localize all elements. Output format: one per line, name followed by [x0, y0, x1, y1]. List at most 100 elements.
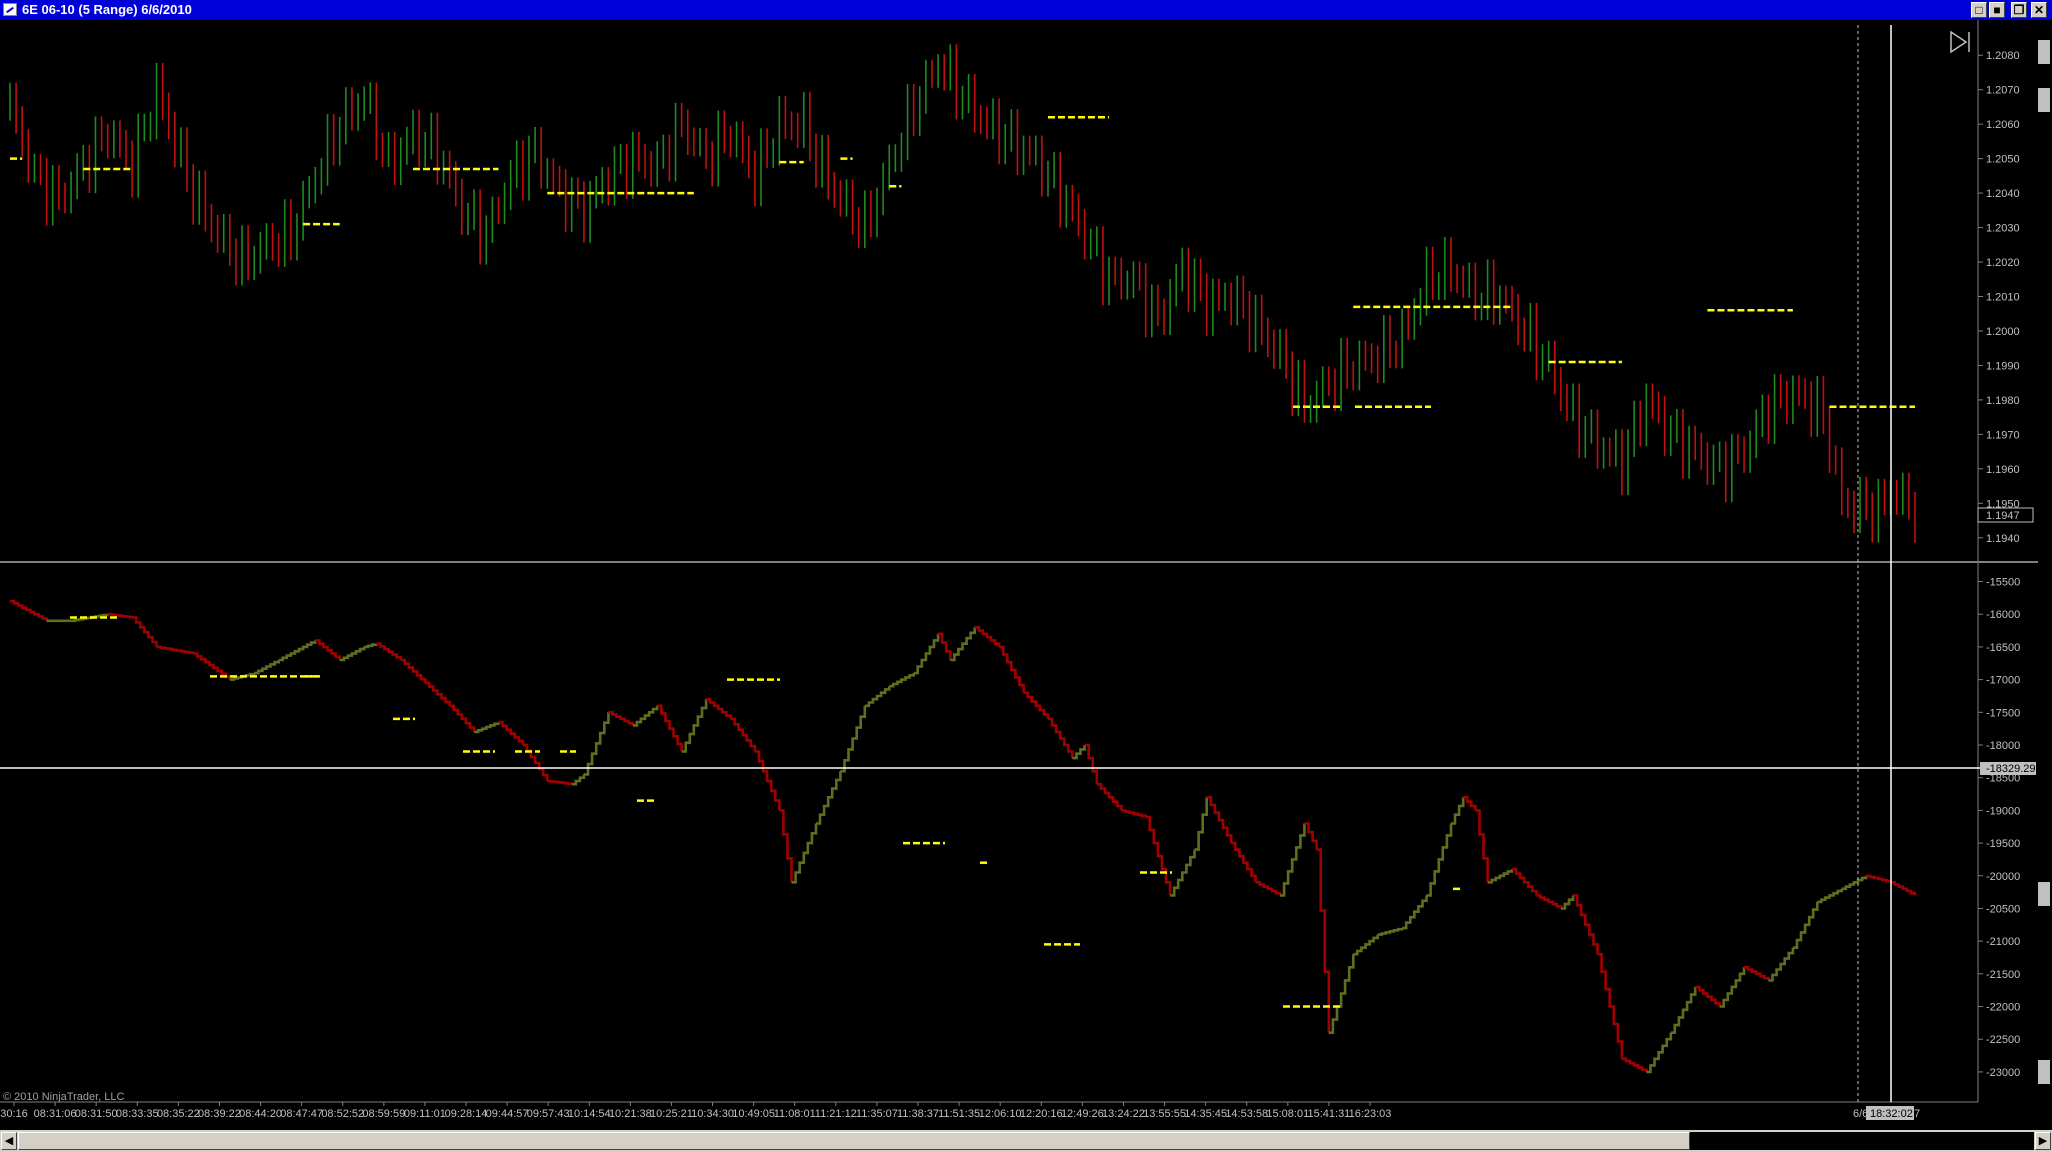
side-button[interactable]: [2038, 882, 2050, 906]
scroll-right-icon[interactable]: ▶: [2035, 1132, 2051, 1150]
time-axis-label: 08:47:47: [280, 1108, 323, 1120]
time-axis-label: 09:28:14: [445, 1108, 488, 1120]
horizontal-scrollbar[interactable]: ◀ ▶: [0, 1130, 2052, 1152]
crosshair-value-label: -18329.29: [1986, 763, 2036, 775]
indicator-segment: [1048, 717, 1074, 759]
price-series: [9, 44, 1916, 544]
indicator-segment: [1695, 985, 1721, 1007]
time-axis-label: 09:57:43: [527, 1108, 570, 1120]
time-axis-label: 13:24:22: [1102, 1108, 1145, 1120]
indicator-segment: [1402, 895, 1428, 930]
indicator-segment: [1621, 1057, 1648, 1072]
date-stub-label: 6/6: [1853, 1108, 1868, 1120]
time-axis-label: 09:11:01: [404, 1108, 446, 1120]
indicator-segment: [730, 717, 757, 752]
indicator-segment: [1194, 797, 1208, 851]
indicator-segment: [754, 750, 781, 811]
indicator-segment: [608, 711, 635, 726]
indicator-segment: [1866, 874, 1892, 883]
indicator-segment: [400, 658, 427, 683]
maximize-icon[interactable]: ❐: [2011, 2, 2027, 18]
time-axis-label: 10:25:21: [650, 1108, 693, 1120]
indicator-segment: [1670, 986, 1697, 1034]
scroll-left-icon[interactable]: ◀: [1, 1132, 17, 1150]
price-axis-label: 1.1990: [1986, 360, 2020, 372]
indicator-segment: [1536, 894, 1563, 909]
time-axis-label: 11:51:35: [938, 1108, 980, 1120]
time-axis-label: 08:39:22: [198, 1108, 241, 1120]
indicator-series: [10, 599, 1917, 1074]
time-axis-label: 10:34:30: [691, 1108, 734, 1120]
indicator-segment: [1255, 881, 1282, 896]
indicator-segment: [1719, 967, 1746, 1008]
time-axis-label: 08:31:50: [75, 1108, 118, 1120]
indicator-segment: [864, 686, 891, 708]
price-axis-label: 1.2020: [1986, 257, 2020, 269]
title-bar: 6E 06-10 (5 Range) 6/6/2010 □ ■ ❐ ✕: [0, 0, 2052, 20]
indicator-axis-label: -20500: [1986, 903, 2020, 915]
time-axis-label: 10:21:38: [609, 1108, 652, 1120]
copyright-label: © 2010 NinjaTrader, LLC: [3, 1091, 124, 1103]
indicator-segment: [498, 720, 525, 745]
indicator-segment: [1280, 823, 1306, 897]
indicator-segment: [1792, 901, 1819, 949]
indicator-segment: [913, 633, 940, 675]
time-axis-label: 15:08:01: [1266, 1108, 1309, 1120]
time-axis-label: 14:53:58: [1225, 1108, 1268, 1120]
indicator-segment: [1096, 782, 1123, 811]
time-axis: 30:16 08:31:0608:31:5008:33:3508:35:2208:…: [0, 1102, 1391, 1120]
time-axis-label: 09:44:57: [486, 1108, 529, 1120]
indicator-segment: [681, 699, 708, 753]
indicator-segment: [632, 705, 659, 727]
time-axis-label: 13:55:55: [1143, 1108, 1186, 1120]
indicator-segment: [974, 626, 1001, 647]
time-axis-label: 12:20:16: [1020, 1108, 1063, 1120]
indicator-segment: [1463, 796, 1477, 811]
side-button[interactable]: [2038, 40, 2050, 64]
indicator-segment: [1560, 895, 1575, 910]
indicator-axis-label: -22500: [1986, 1034, 2020, 1046]
edge-stub-label: 7: [1914, 1108, 1920, 1120]
price-axis-label: 1.1960: [1986, 464, 2020, 476]
indicator-segment: [1328, 954, 1355, 1034]
price-axis: 1.2080 1.2070 1.2060 1.2050 1.2040 1.2030 1.20…: [1978, 50, 2020, 545]
indicator-segment: [1487, 869, 1514, 884]
time-axis-label: 12:06:10: [979, 1108, 1022, 1120]
indicator-segment: [889, 673, 915, 688]
scroll-thumb[interactable]: [18, 1132, 1690, 1150]
indicator-segment: [999, 645, 1025, 693]
indicator-segment: [1890, 881, 1917, 896]
indicator-segment: [706, 697, 732, 719]
price-axis-label: 1.1940: [1986, 533, 2020, 545]
time-axis-label: 08:44:20: [239, 1108, 282, 1120]
time-axis-label: 30:16: [0, 1108, 28, 1120]
crosshair: [0, 25, 1985, 1102]
indicator-segment: [657, 704, 683, 752]
time-axis-label: 11:35:07: [856, 1108, 898, 1120]
side-button[interactable]: [2038, 88, 2050, 112]
minimize-icon[interactable]: □: [1971, 2, 1987, 18]
time-axis-label: 10:49:05: [732, 1108, 775, 1120]
indicator-segment: [339, 646, 366, 662]
side-button[interactable]: [2038, 1060, 2050, 1084]
indicator-segment: [1744, 966, 1770, 981]
indicator-axis: -15500-16000-16500-17000-17500-18000-185…: [1978, 577, 2020, 1079]
window-title: 6E 06-10 (5 Range) 6/6/2010: [22, 2, 192, 17]
indicator-segment: [1597, 952, 1624, 1059]
indicator-segment: [571, 774, 586, 786]
last-price-label: 1.1947: [1986, 510, 2020, 522]
indicator-segment: [950, 627, 976, 662]
indicator-segment: [1377, 927, 1404, 936]
chart-canvas[interactable]: 1.2080 1.2070 1.2060 1.2050 1.2040 1.2030 1.20…: [0, 20, 2052, 1128]
price-axis-label: 1.2000: [1986, 326, 2020, 338]
goto-end-icon[interactable]: [1950, 30, 1970, 54]
indicator-segment: [1768, 947, 1795, 982]
price-axis-label: 1.2050: [1986, 154, 2020, 166]
indicator-segment: [1817, 888, 1843, 904]
price-axis-label: 1.2030: [1986, 223, 2020, 235]
price-axis-label: 1.2080: [1986, 50, 2020, 62]
close-icon[interactable]: ✕: [2031, 2, 2047, 18]
time-axis-label: 16:23:03: [1349, 1108, 1392, 1120]
indicator-axis-label: -22000: [1986, 1002, 2020, 1014]
restore-icon[interactable]: ■: [1989, 2, 2005, 18]
